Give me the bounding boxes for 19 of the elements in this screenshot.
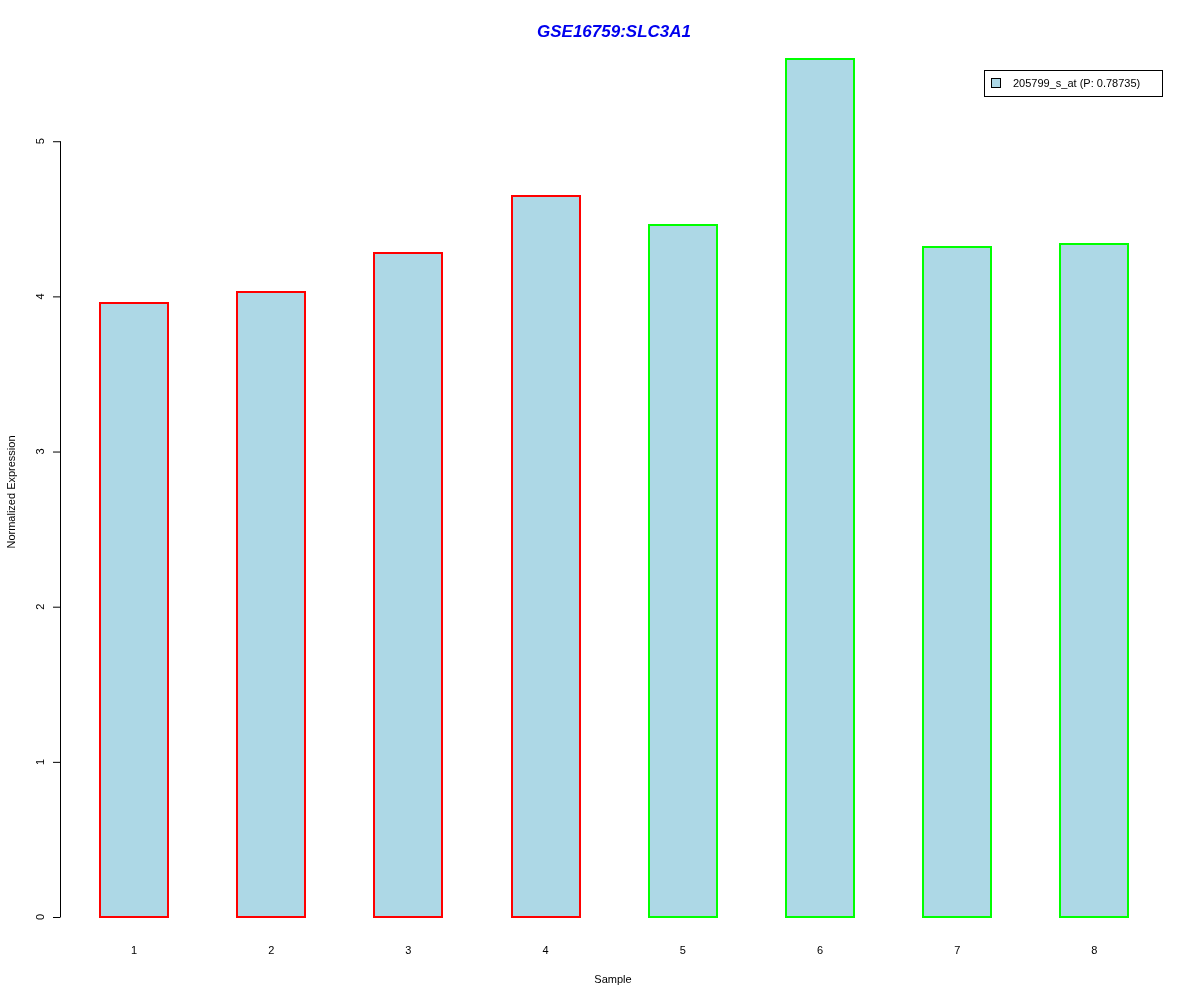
y-tick-label: 5 [34, 138, 46, 145]
y-tick-label: 4 [34, 293, 46, 300]
x-tick-label: 4 [542, 944, 549, 956]
y-tick-label: 2 [34, 603, 46, 610]
x-tick-label: 7 [954, 944, 961, 956]
y-tick-label: 3 [34, 448, 46, 455]
y-tick-label: 1 [34, 758, 46, 765]
chart-title: GSE16759:SLC3A1 [537, 22, 691, 41]
x-tick-label: 8 [1091, 944, 1098, 956]
x-tick-label: 2 [268, 944, 275, 956]
x-tick-label: 6 [816, 944, 824, 956]
x-axis-label: Sample [594, 973, 632, 985]
x-tick-label: 5 [679, 944, 686, 956]
x-tick-label: 1 [130, 944, 138, 956]
legend-label: 205799_s_at (P: 0.78735) [1013, 77, 1141, 89]
legend-swatch [991, 78, 1001, 88]
x-tick-label: 3 [405, 944, 412, 956]
y-tick-label: 0 [34, 913, 46, 921]
y-axis-label: Normalized Expression [5, 435, 17, 549]
